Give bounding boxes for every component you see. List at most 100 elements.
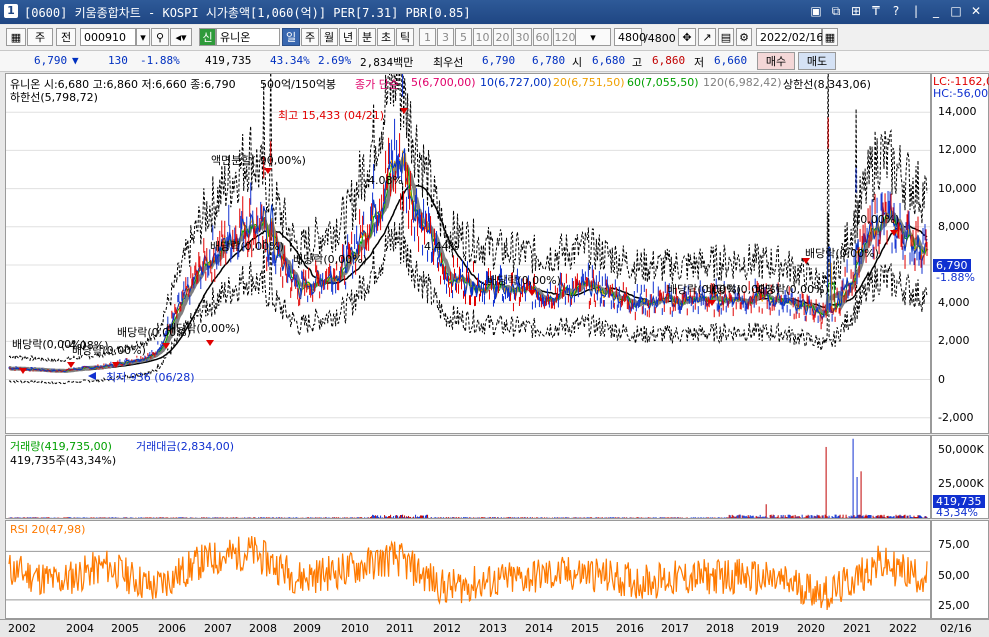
volume-y-tick: 50,000K bbox=[938, 442, 984, 456]
minute-button-60[interactable]: 60 bbox=[533, 28, 552, 46]
window-title: [0600] 키움종합차트 - KOSPI 시가총액[1,060(억)] PER… bbox=[24, 6, 471, 20]
volume-axis[interactable]: 25,000K 50,000K 419,735 43,34% bbox=[931, 435, 989, 519]
down-arrow-icon: ▼ bbox=[72, 54, 79, 67]
axis-hc: HC:-56,00 bbox=[933, 87, 989, 100]
event-arrow-marker bbox=[67, 362, 75, 368]
price-axis[interactable]: LC:-1162,08 HC:-56,00 -2,00002,0004,0006… bbox=[931, 73, 989, 434]
tab-0[interactable]: 일 bbox=[282, 28, 300, 46]
tab-3[interactable]: 년 bbox=[339, 28, 357, 46]
minute-button-10[interactable]: 10 bbox=[473, 28, 492, 46]
minute-button-3[interactable]: 3 bbox=[437, 28, 454, 46]
rsi-panel[interactable]: RSI 20(47,98) bbox=[5, 520, 931, 619]
trend-icon[interactable]: ↗ bbox=[698, 28, 716, 46]
layout-icon[interactable]: ▣ bbox=[809, 3, 823, 19]
minute-button-120[interactable]: 120 bbox=[553, 28, 577, 46]
x-tick-2022: 2022 bbox=[889, 622, 917, 635]
time-axis[interactable]: 2002 2004 2005 2006 2007 2008 2009 2010 2011 2012… bbox=[0, 619, 989, 637]
x-tick-2013: 2013 bbox=[479, 622, 507, 635]
misc-annotation-4: (0,00%) bbox=[856, 213, 900, 226]
x-tick-2006: 2006 bbox=[158, 622, 186, 635]
price-y-tick: 2,000 bbox=[938, 334, 970, 348]
ma10-label: 10(6,727,00) bbox=[480, 76, 552, 89]
ma-type-label: 종가 단순 bbox=[355, 78, 399, 91]
tab-4[interactable]: 분 bbox=[358, 28, 376, 46]
event-arrow-marker bbox=[19, 368, 27, 374]
tab-6[interactable]: 틱 bbox=[396, 28, 414, 46]
low-label: 저 bbox=[694, 56, 705, 69]
tab-5[interactable]: 초 bbox=[377, 28, 395, 46]
window-controls: ▣ ⧉ ⊞ ₸ ? | _ □ ✕ bbox=[809, 3, 983, 19]
pin-icon[interactable]: ₸ bbox=[869, 3, 883, 19]
custom-period-select[interactable]: ▾ bbox=[575, 28, 611, 46]
stock-name-field[interactable]: 유니온 bbox=[216, 28, 280, 46]
change-percent: -1.88% bbox=[140, 54, 180, 67]
split-annotation: 액면분할(-90,00%) bbox=[211, 154, 306, 167]
volume-pct-tag: 43,34% bbox=[936, 506, 978, 519]
high-price: 6,860 bbox=[652, 54, 686, 67]
minute-button-20[interactable]: 20 bbox=[493, 28, 512, 46]
ma60-label: 60(7,055,50) bbox=[627, 76, 699, 89]
x-tick-2002: 2002 bbox=[8, 622, 36, 635]
x-tick-2020: 2020 bbox=[797, 622, 825, 635]
window-index: 1 bbox=[4, 4, 18, 18]
misc-annotation-5: 4.44% bbox=[424, 240, 459, 253]
maximize-icon[interactable]: □ bbox=[949, 3, 963, 19]
minute-button-30[interactable]: 30 bbox=[513, 28, 532, 46]
calendar-icon[interactable]: ▦ bbox=[822, 28, 838, 46]
x-tick-2012: 2012 bbox=[433, 622, 461, 635]
sell-button[interactable]: 매도 bbox=[798, 52, 836, 70]
open-price: 6,680 bbox=[592, 54, 626, 67]
minute-button-5[interactable]: 5 bbox=[455, 28, 472, 46]
x-tick-2008: 2008 bbox=[249, 622, 277, 635]
price-y-tick: 0 bbox=[938, 372, 945, 386]
x-tick-2007: 2007 bbox=[204, 622, 232, 635]
upper-band-line bbox=[8, 74, 928, 363]
volume-panel[interactable]: 거래량(419,735,00) 거래대금(2,834,00) 419,735주(… bbox=[5, 435, 931, 519]
x-tick-2019: 2019 bbox=[751, 622, 779, 635]
low-price: 6,660 bbox=[714, 54, 748, 67]
volume-readout: 419,735주(43,34%) bbox=[10, 454, 117, 467]
tab-1[interactable]: 주 bbox=[301, 28, 319, 46]
price-chart-panel[interactable]: 유니온 시:6,680 고:6,860 저:6,660 종:6,790 500억… bbox=[5, 73, 931, 434]
price-y-tick: 12,000 bbox=[938, 143, 977, 157]
amount-label: 거래대금(2,834,00) bbox=[136, 440, 235, 453]
date-input[interactable]: 2022/02/16 bbox=[756, 28, 823, 46]
minimize-icon[interactable]: _ bbox=[929, 3, 943, 19]
x-tick-2011: 2011 bbox=[386, 622, 414, 635]
buy-button[interactable]: 매수 bbox=[757, 52, 795, 70]
x-tick-2010: 2010 bbox=[341, 622, 369, 635]
price-y-tick: 8,000 bbox=[938, 219, 970, 233]
grid-icon[interactable]: ⊞ bbox=[849, 3, 863, 19]
lower-band-label: 하한선(5,798,72) bbox=[10, 91, 98, 104]
price-y-tick: 10,000 bbox=[938, 181, 977, 195]
prev-button[interactable]: 전 bbox=[56, 28, 76, 46]
count-input[interactable]: 4800 bbox=[614, 28, 646, 46]
stock-code-input[interactable]: 000910 bbox=[80, 28, 136, 46]
close-icon[interactable]: ✕ bbox=[969, 3, 983, 19]
search-icon[interactable]: ⚲ bbox=[151, 28, 169, 46]
x-tick-2021: 2021 bbox=[843, 622, 871, 635]
chart-type-icon[interactable]: ▦ bbox=[6, 28, 26, 46]
rsi-axis[interactable]: 25,00 50,00 75,00 bbox=[931, 520, 989, 619]
settings-icon[interactable]: ⚙ bbox=[736, 28, 752, 46]
volume-y-tick: 25,000K bbox=[938, 476, 984, 490]
code-dropdown-icon[interactable]: ▾ bbox=[136, 28, 150, 46]
rsi-label: RSI 20(47,98) bbox=[10, 523, 86, 536]
period-select[interactable]: 주 bbox=[27, 28, 53, 46]
save-icon[interactable]: ▤ bbox=[718, 28, 734, 46]
min-annotation: 최저 936 (06/28) bbox=[106, 371, 195, 384]
current-price: 6,790 bbox=[34, 54, 68, 67]
price-y-tick: 14,000 bbox=[938, 105, 977, 119]
crosshair-icon[interactable]: ✥ bbox=[678, 28, 696, 46]
trade-amount: 2,834백만 bbox=[360, 56, 414, 69]
market-badge: 신 bbox=[199, 28, 216, 46]
help-icon[interactable]: ? bbox=[889, 3, 903, 19]
count-total: /4800 bbox=[644, 32, 676, 45]
minute-button-1[interactable]: 1 bbox=[419, 28, 436, 46]
price-change: 130 bbox=[108, 54, 128, 67]
tile-icon[interactable]: ⧉ bbox=[829, 3, 843, 19]
sound-icon[interactable]: ◂▾ bbox=[170, 28, 192, 46]
x-tick-2014: 2014 bbox=[525, 622, 553, 635]
misc-annotation-3: 배당락(0,00%) bbox=[72, 344, 146, 357]
tab-2[interactable]: 월 bbox=[320, 28, 338, 46]
